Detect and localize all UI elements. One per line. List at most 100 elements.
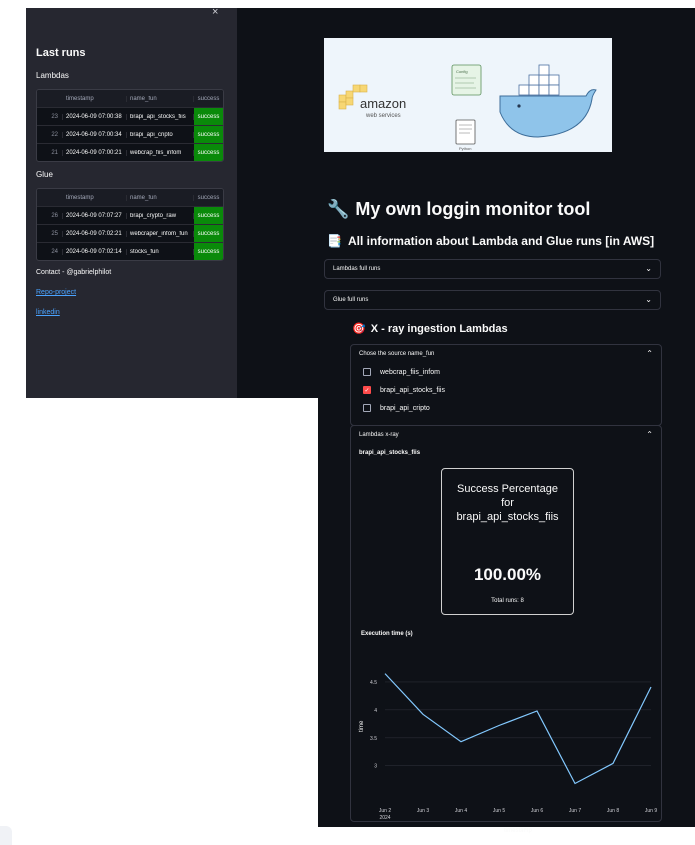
row-success: success: [194, 207, 223, 224]
success-metric-card: Success Percentage for brapi_api_stocks_…: [441, 468, 574, 615]
table-row[interactable]: 22 2024-06-09 07:00:34 brapi_api_cripto …: [37, 126, 223, 144]
page-title: 🔧 My own loggin monitor tool: [327, 199, 591, 219]
close-sidebar-icon[interactable]: ×: [212, 6, 218, 18]
aws-brand-subtext: web services: [365, 113, 401, 119]
main-content-lower: Lambdas x-ray ⌃ brapi_api_stocks_fiis Su…: [318, 398, 695, 834]
source-chooser-expander[interactable]: Chose the source name_fun ⌃ webcrap_fiis…: [350, 344, 662, 426]
page-subtitle: 📑 All information about Lambda and Glue r…: [327, 234, 655, 248]
glue-full-runs-expander[interactable]: Glue full runs ⌄: [324, 290, 661, 310]
x-tick-label: Jun 4: [455, 808, 467, 814]
row-index: 21: [37, 149, 63, 156]
row-index: 26: [37, 212, 63, 219]
timestamp-header[interactable]: timestamp: [63, 194, 127, 201]
name-fun-header[interactable]: name_fun: [127, 194, 194, 201]
aws-brand-text: amazon: [360, 96, 406, 111]
main-content: amazon web services Config Python 🔧 My o…: [237, 8, 695, 426]
row-timestamp: 2024-06-09 07:02:14: [63, 248, 127, 255]
row-success: success: [194, 126, 223, 143]
row-name-fun: stocks_fun: [127, 248, 194, 255]
metric-value: 100.00%: [473, 565, 542, 584]
row-index: 24: [37, 248, 63, 255]
repo-project-link[interactable]: Repo-project: [36, 289, 76, 296]
target-icon: 🎯: [352, 323, 366, 335]
wrench-icon: 🔧: [327, 199, 350, 219]
row-success: success: [194, 225, 223, 242]
x-tick-label: Jun 7: [569, 808, 581, 814]
y-tick-label: 3: [374, 764, 377, 770]
table-row[interactable]: 21 2024-06-09 07:00:21 webcrap_fiis_info…: [37, 144, 223, 161]
sidebar-title: Last runs: [36, 47, 86, 59]
chevron-up-icon[interactable]: ⌃: [646, 430, 653, 439]
contact-text: Contact - @gabrielphilot: [36, 269, 112, 276]
chevron-down-icon: ⌄: [645, 264, 652, 273]
checkbox-box[interactable]: [363, 404, 371, 412]
checkbox-webcrap-fiis-infom[interactable]: webcrap_fiis_infom: [363, 368, 440, 376]
row-name-fun: brapi_api_cripto: [127, 131, 194, 138]
row-timestamp: 2024-06-09 07:00:38: [63, 113, 127, 120]
selected-function-name: brapi_api_stocks_fiis: [359, 450, 421, 456]
name-fun-header[interactable]: name_fun: [127, 95, 194, 102]
series-line: [384, 673, 652, 785]
lambdas-full-runs-expander[interactable]: Lambdas full runs ⌄: [324, 259, 661, 279]
linkedin-link[interactable]: linkedin: [36, 309, 60, 316]
chevron-down-icon: ⌄: [645, 295, 652, 304]
execution-time-chart[interactable]: 33.544.5 Jun 2 Jun 3 Jun 4 Jun 5 Jun 6 Jun 7J…: [351, 638, 663, 838]
chart-grid: [385, 681, 651, 766]
row-success: success: [194, 243, 223, 260]
chart-title: Execution time (s): [361, 631, 413, 637]
x-tick-label: Jun 9: [645, 808, 657, 814]
lambdas-table[interactable]: timestamp name_fun success 23 2024-06-09…: [36, 89, 224, 162]
success-header[interactable]: success: [194, 189, 223, 206]
table-row[interactable]: 25 2024-06-09 07:02:21 webcraper_infom_f…: [37, 225, 223, 243]
y-tick-label: 4.5: [370, 680, 377, 686]
metric-total-runs: Total runs: 8: [491, 598, 524, 604]
y-tick-label: 3.5: [370, 736, 377, 742]
row-success: success: [194, 144, 223, 161]
expander-label: Lambdas full runs: [333, 266, 381, 272]
glue-table[interactable]: timestamp name_fun success 26 2024-06-09…: [36, 188, 224, 261]
banner-illustration: amazon web services Config Python: [338, 64, 597, 151]
sidebar: × Last runs Lambdas timestamp name_fun s…: [26, 6, 237, 398]
x-tick-label: Jun 8: [607, 808, 619, 814]
lambdas-xray-expander[interactable]: Lambdas x-ray ⌃ brapi_api_stocks_fiis Su…: [350, 425, 662, 834]
expander-label: Glue full runs: [333, 297, 369, 303]
python-file-icon: Python: [455, 119, 476, 151]
success-header[interactable]: success: [194, 90, 223, 107]
checkbox-brapi-api-cripto[interactable]: brapi_api_cripto: [363, 404, 430, 412]
chooser-title: Chose the source name_fun: [359, 351, 435, 357]
checkbox-label: brapi_api_cripto: [380, 404, 430, 412]
table-header: timestamp name_fun success: [37, 90, 223, 108]
section-title: 🎯 X - ray ingestion Lambdas: [352, 323, 508, 335]
table-row[interactable]: 26 2024-06-09 07:07:27 brapi_crypto_raw …: [37, 207, 223, 225]
row-name-fun: brapi_api_stocks_fiis: [127, 113, 194, 120]
y-axis-ticks: 3 3.5 4 4.5: [370, 680, 377, 770]
timestamp-header[interactable]: timestamp: [63, 95, 127, 102]
svg-text:Python: Python: [459, 146, 471, 151]
x-tick-label: Jun 2: [379, 808, 391, 814]
checkbox-brapi-api-stocks-fiis[interactable]: ✓ brapi_api_stocks_fiis: [363, 386, 445, 394]
chevron-up-icon[interactable]: ⌃: [646, 349, 653, 358]
table-header: timestamp name_fun success: [37, 189, 223, 207]
lambdas-label: Lambdas: [36, 71, 69, 80]
x-axis-label: timestamp: [504, 828, 532, 834]
row-name-fun: brapi_crypto_raw: [127, 212, 194, 219]
document-icon: 📑: [327, 234, 342, 248]
x-tick-label: Jun 3: [417, 808, 429, 814]
row-timestamp: 2024-06-09 07:02:21: [63, 230, 127, 237]
metric-label: Success Percentage for brapi_api_stocks_…: [456, 483, 559, 523]
row-index: 22: [37, 131, 63, 138]
row-success: success: [194, 108, 223, 125]
row-timestamp: 2024-06-09 07:00:34: [63, 131, 127, 138]
config-document-icon: Config: [451, 64, 482, 96]
y-axis-label: time: [359, 720, 365, 732]
banner-image: amazon web services Config Python: [324, 38, 612, 152]
checkbox-box-checked[interactable]: ✓: [363, 386, 371, 394]
row-timestamp: 2024-06-09 07:07:27: [63, 212, 127, 219]
checkbox-box[interactable]: [363, 368, 371, 376]
table-row[interactable]: 23 2024-06-09 07:00:38 brapi_api_stocks_…: [37, 108, 223, 126]
y-tick-label: 4: [374, 708, 377, 714]
xray-title: Lambdas x-ray: [359, 432, 399, 438]
row-index: 23: [37, 113, 63, 120]
checkbox-label: brapi_api_stocks_fiis: [380, 386, 445, 394]
table-row[interactable]: 24 2024-06-09 07:02:14 stocks_fun succes…: [37, 243, 223, 260]
